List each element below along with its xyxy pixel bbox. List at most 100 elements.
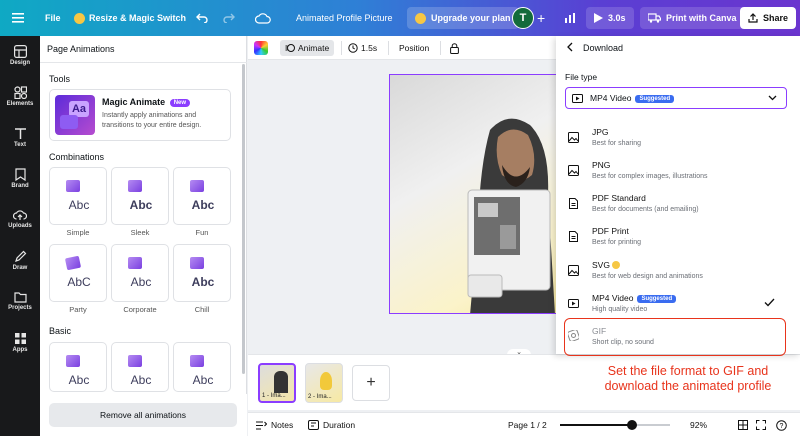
animation-party[interactable]: AbC bbox=[49, 244, 107, 302]
left-rail: Design Elements Text Brand Uploads Draw … bbox=[0, 36, 40, 436]
combinations-heading: Combinations bbox=[49, 152, 105, 162]
color-picker-icon[interactable] bbox=[254, 40, 268, 56]
notes-button[interactable]: Notes bbox=[256, 413, 293, 436]
option-description: Best for complex images, illustrations bbox=[592, 173, 708, 180]
undo-icon[interactable] bbox=[196, 0, 208, 36]
position-button[interactable]: Position bbox=[399, 40, 429, 56]
option-pdf-standard[interactable]: PDF Standard Best for documents (and ema… bbox=[564, 187, 786, 220]
pen-icon bbox=[14, 250, 26, 262]
animation-label: Sleek bbox=[130, 228, 150, 237]
rail-item-apps[interactable]: Apps bbox=[0, 323, 40, 361]
option-mp4-video[interactable]: MP4 Video Suggested High quality video bbox=[564, 287, 786, 320]
redo-icon[interactable] bbox=[223, 0, 235, 36]
resize-magic-switch-button[interactable]: Resize & Magic Switch bbox=[74, 0, 186, 36]
animation-preview: Abc bbox=[130, 373, 152, 387]
duration-button[interactable]: Duration bbox=[308, 413, 355, 436]
suggested-badge: Suggested bbox=[637, 295, 677, 303]
zoom-level[interactable]: 92% bbox=[690, 413, 707, 436]
document-title[interactable]: Animated Profile Picture bbox=[296, 0, 393, 36]
grid-view-icon[interactable] bbox=[738, 413, 748, 436]
rail-item-design[interactable]: Design bbox=[0, 36, 40, 74]
animation-label: Simple bbox=[66, 228, 90, 237]
rail-label: Uploads bbox=[8, 223, 32, 229]
zoom-slider-track[interactable] bbox=[560, 420, 670, 430]
rail-item-uploads[interactable]: Uploads bbox=[0, 200, 40, 238]
option-png[interactable]: PNG Best for complex images, illustratio… bbox=[564, 154, 786, 187]
bottom-bar: Notes Duration Page 1 / 2 92% ? bbox=[248, 412, 800, 436]
animation-corporate[interactable]: Abc bbox=[111, 244, 169, 302]
animate-button[interactable]: Animate bbox=[280, 40, 335, 56]
page-label: 2 - Ima... bbox=[308, 394, 332, 400]
rail-item-draw[interactable]: Draw bbox=[0, 241, 40, 279]
upgrade-plan-button[interactable]: Upgrade your plan bbox=[407, 7, 519, 29]
option-description: Best for web design and animations bbox=[592, 273, 703, 280]
panel-scrollbar[interactable] bbox=[242, 64, 245, 374]
cloud-save-icon[interactable] bbox=[255, 0, 271, 36]
animation-fun[interactable]: Abc bbox=[173, 167, 231, 225]
notes-label: Notes bbox=[271, 420, 294, 430]
rail-label: Design bbox=[9, 59, 30, 66]
option-description: Best for sharing bbox=[592, 140, 642, 147]
option-svg[interactable]: SVG Best for web design and animations bbox=[564, 254, 786, 287]
design-artboard[interactable] bbox=[389, 74, 559, 314]
add-collaborator-icon[interactable]: + bbox=[537, 0, 545, 36]
rail-label: Elements bbox=[6, 100, 34, 107]
checkmark-icon bbox=[764, 298, 775, 307]
crown-icon bbox=[74, 12, 85, 24]
page-thumbnail-2[interactable]: 2 - Ima... bbox=[305, 363, 343, 403]
rail-item-brand[interactable]: Brand bbox=[0, 159, 40, 197]
text-icon bbox=[14, 127, 26, 139]
rail-label: Apps bbox=[12, 346, 28, 353]
animation-chill[interactable]: Abc bbox=[173, 244, 231, 302]
print-with-canva-button[interactable]: Print with Canva bbox=[640, 7, 745, 29]
animation-sleek[interactable]: Abc bbox=[111, 167, 169, 225]
back-icon[interactable] bbox=[566, 42, 574, 52]
fullscreen-icon[interactable] bbox=[756, 413, 766, 436]
layout-icon bbox=[13, 44, 27, 58]
option-description: Best for documents (and emailing) bbox=[592, 206, 699, 213]
animation-basic-2[interactable]: Abc bbox=[111, 342, 169, 392]
animate-label: Animate bbox=[298, 43, 330, 53]
download-panel: Download File type MP4 Video Suggested JP… bbox=[556, 36, 800, 354]
truck-icon bbox=[648, 13, 661, 23]
image-icon bbox=[190, 257, 204, 269]
option-pdf-print[interactable]: PDF Print Best for printing bbox=[564, 220, 786, 253]
selected-value: MP4 Video bbox=[590, 93, 632, 103]
avatar[interactable]: T bbox=[512, 7, 534, 29]
page-thumbnail-1[interactable]: 1 - Ima... bbox=[258, 363, 296, 403]
animation-preview: AbC bbox=[67, 275, 91, 289]
rail-item-projects[interactable]: Projects bbox=[0, 282, 40, 320]
image-icon bbox=[190, 355, 204, 367]
image-icon bbox=[128, 355, 142, 367]
add-page-button[interactable]: + bbox=[352, 365, 390, 401]
option-description: High quality video bbox=[592, 306, 648, 313]
page-indicator: Page 1 / 2 bbox=[508, 420, 547, 430]
lock-icon[interactable] bbox=[450, 40, 459, 56]
play-button[interactable]: 3.0s bbox=[586, 7, 634, 29]
help-icon[interactable]: ? bbox=[776, 413, 787, 436]
animate-icon bbox=[285, 44, 295, 52]
duration-icon bbox=[308, 420, 319, 430]
magic-animate-card[interactable]: Aa Magic Animate New Instantly apply ani… bbox=[49, 89, 231, 141]
analytics-icon[interactable] bbox=[560, 7, 582, 29]
option-name: PDF Standard bbox=[592, 193, 646, 203]
animation-basic-3[interactable]: Abc bbox=[173, 342, 231, 392]
rail-item-elements[interactable]: Elements bbox=[0, 77, 40, 115]
folder-icon bbox=[13, 292, 27, 303]
zoom-slider-handle[interactable] bbox=[627, 420, 637, 430]
option-jpg[interactable]: JPG Best for sharing bbox=[564, 121, 786, 154]
image-icon bbox=[568, 165, 579, 176]
rail-item-text[interactable]: Text bbox=[0, 118, 40, 156]
share-button[interactable]: Share bbox=[740, 7, 797, 29]
image-icon bbox=[190, 180, 204, 192]
file-type-select[interactable]: MP4 Video Suggested bbox=[565, 87, 787, 109]
file-menu[interactable]: File bbox=[45, 0, 61, 36]
option-name-text: SVG bbox=[592, 260, 610, 270]
menu-icon[interactable] bbox=[12, 0, 24, 36]
remove-all-animations-button[interactable]: Remove all animations bbox=[49, 403, 237, 427]
timing-button[interactable]: 1.5s bbox=[348, 40, 377, 56]
rail-label: Draw bbox=[12, 264, 28, 271]
print-label: Print with Canva bbox=[666, 13, 737, 23]
animation-simple[interactable]: Abc bbox=[49, 167, 107, 225]
animation-basic-1[interactable]: Abc bbox=[49, 342, 107, 392]
